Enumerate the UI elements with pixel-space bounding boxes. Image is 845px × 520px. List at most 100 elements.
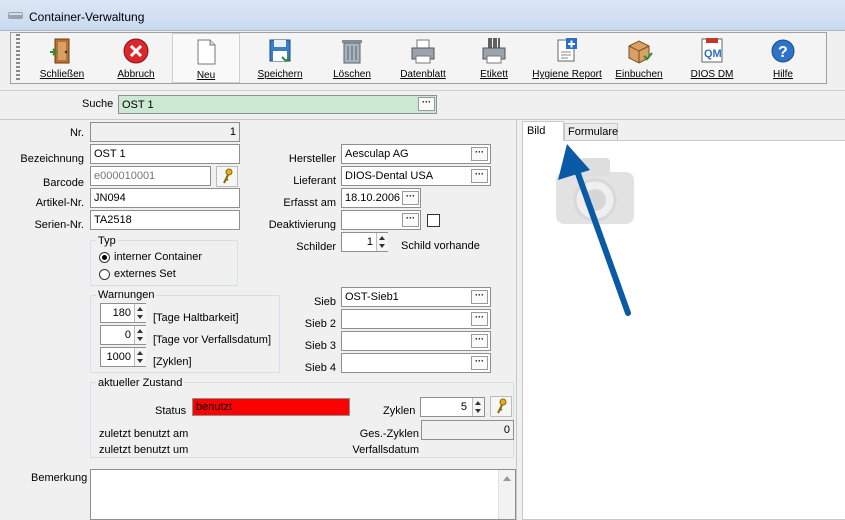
artikel-label: Artikel-Nr. (35, 197, 84, 209)
sieb4-browse-button[interactable]: ··· (471, 356, 488, 370)
erfasst-label: Erfasst am (283, 197, 336, 209)
bezeichnung-field[interactable]: OST 1 (90, 144, 240, 164)
new-document-icon (197, 39, 216, 65)
typ-extern-label[interactable]: externes Set (114, 268, 176, 280)
serien-label: Serien-Nr. (34, 219, 84, 231)
annotation-arrow-icon (558, 144, 631, 316)
sieb3-label: Sieb 3 (304, 340, 336, 352)
search-browse-button[interactable]: ··· (418, 97, 435, 111)
verfall-tage-label: [Tage vor Verfallsdatum] (153, 334, 272, 346)
deaktivierung-date-button[interactable]: ··· (402, 213, 419, 227)
sieb-field[interactable]: OST-Sieb1 (341, 287, 491, 307)
typ-intern-radio[interactable] (99, 252, 110, 263)
serien-value: TA2518 (94, 214, 132, 226)
save-button[interactable]: Speichern (250, 33, 310, 83)
bemerkung-textarea[interactable] (90, 469, 516, 520)
sieb-label: Sieb (313, 296, 336, 308)
warnungen-title: Warnungen (96, 289, 157, 301)
search-input[interactable]: OST 1 (118, 95, 437, 114)
tab-formulare[interactable]: Formulare (564, 123, 618, 140)
sieb2-browse-button[interactable]: ··· (471, 312, 488, 326)
help-button[interactable]: ? Hilfe (760, 33, 806, 83)
erfasst-date-button[interactable]: ··· (402, 191, 419, 205)
dios-dm-button[interactable]: QM DIOS DM (684, 33, 740, 83)
search-value: OST 1 (122, 99, 154, 111)
trash-icon (342, 40, 362, 64)
erfasst-value: 18.10.2006 (345, 192, 401, 204)
datasheet-button[interactable]: Datenblatt (394, 33, 452, 83)
typ-extern-radio[interactable] (99, 269, 110, 280)
hersteller-field[interactable]: Aesculap AG (341, 144, 491, 164)
nr-label: Nr. (69, 127, 84, 139)
cancel-button[interactable]: Abbruch (108, 33, 164, 83)
lieferant-field[interactable]: DIOS-Dental USA (341, 166, 491, 186)
cancel-icon (123, 38, 149, 64)
scroll-up-icon[interactable] (503, 476, 511, 481)
typ-intern-label[interactable]: interner Container (114, 251, 202, 263)
barcode-label: Barcode (43, 177, 84, 189)
artikel-value: JN094 (94, 192, 126, 204)
barcode-field[interactable]: e000010001 (90, 166, 211, 186)
zustand-title: aktueller Zustand (96, 377, 185, 389)
lieferant-browse-button[interactable]: ··· (471, 169, 488, 183)
barcode-key-button[interactable] (216, 166, 238, 187)
hygiene-report-button[interactable]: Hygiene Report (530, 33, 604, 83)
bemerkung-scrollbar[interactable] (498, 470, 515, 519)
hersteller-value: Aesculap AG (345, 148, 409, 160)
barcode-value: e000010001 (94, 170, 156, 182)
container-icon (8, 12, 23, 19)
verfallsdatum-label: Verfallsdatum (352, 444, 419, 456)
zyklen-label: Zyklen (383, 405, 416, 417)
close-button[interactable]: Schließen (36, 33, 88, 83)
book-in-button[interactable]: Einbuchen (614, 33, 664, 83)
artikel-field[interactable]: JN094 (90, 188, 240, 208)
key-icon (223, 168, 233, 184)
search-label: Suche (82, 98, 114, 110)
ges-zyklen-field: 0 (421, 420, 514, 440)
sieb3-field[interactable] (341, 331, 491, 351)
svg-text:QM: QM (704, 48, 722, 60)
status-value: benutzt (196, 401, 233, 413)
bezeichnung-value: OST 1 (94, 148, 126, 160)
sieb3-browse-button[interactable]: ··· (471, 334, 488, 348)
dios-dm-icon: QM (701, 38, 723, 63)
label-button[interactable]: Etikett (470, 33, 518, 83)
zyklen-key-button[interactable] (490, 396, 512, 417)
new-label: Neu (196, 70, 216, 81)
hygiene-report-label: Hygiene Report (532, 69, 602, 80)
tab-bild-label: Bild (527, 125, 546, 137)
deaktivierung-checkbox[interactable] (427, 214, 440, 227)
status-field: benutzt (192, 398, 350, 416)
delete-button[interactable]: Löschen (326, 33, 378, 83)
sieb-value: OST-Sieb1 (345, 291, 399, 303)
verfall-tage-spinner[interactable] (134, 326, 146, 344)
printer-icon (411, 39, 435, 64)
close-label: Schließen (39, 69, 85, 80)
sieb-browse-button[interactable]: ··· (471, 290, 488, 304)
tab-bild[interactable]: Bild (522, 121, 564, 141)
schilder-spinner[interactable] (376, 233, 388, 251)
schild-vorhanden-label: Schild vorhande (401, 240, 480, 252)
svg-text:?: ? (778, 44, 788, 61)
bemerkung-label: Bemerkung (31, 472, 88, 484)
door-exit-icon (50, 38, 70, 64)
hersteller-browse-button[interactable]: ··· (471, 147, 488, 161)
new-button[interactable]: Neu (172, 33, 240, 83)
window-title: Container-Verwaltung (29, 10, 145, 24)
key-icon (497, 398, 507, 414)
hersteller-label: Hersteller (288, 153, 336, 165)
serien-field[interactable]: TA2518 (90, 210, 240, 230)
nr-value: 1 (229, 126, 236, 138)
zyklen-warn-spinner[interactable] (134, 348, 146, 366)
lieferant-label: Lieferant (293, 175, 336, 187)
sieb4-field[interactable] (341, 353, 491, 373)
ges-zyklen-value: 0 (503, 424, 510, 436)
zyklen-value: 5 (460, 401, 467, 413)
sieb2-field[interactable] (341, 309, 491, 329)
toolbar-grip[interactable] (16, 34, 20, 82)
status-label: Status (155, 405, 187, 417)
zyklen-spinner[interactable] (472, 398, 484, 416)
box-icon (628, 40, 653, 64)
haltbarkeit-spinner[interactable] (134, 304, 146, 322)
cancel-label: Abbruch (117, 69, 155, 80)
